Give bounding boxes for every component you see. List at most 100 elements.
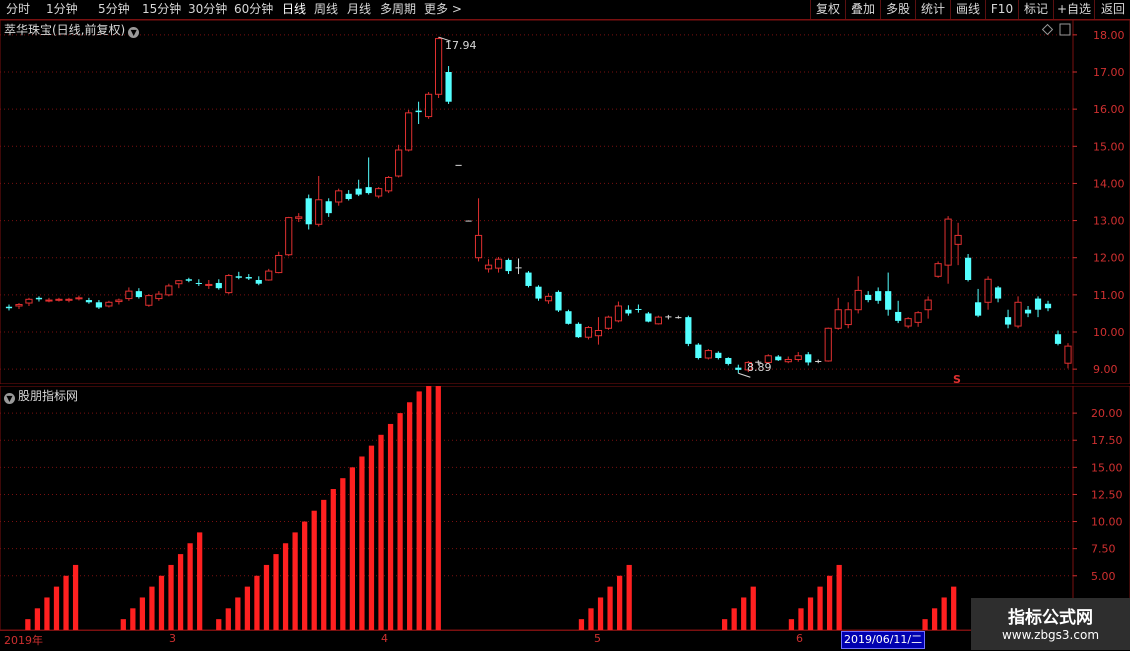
indicator-bar [407,402,413,630]
candle [125,287,133,301]
candle-body [295,216,303,219]
candle [784,356,792,364]
kline-chart[interactable]: 18.00 17.00 16.00 15.00 14.00 13.00 12.00 11.00… [0,20,1130,384]
candle [175,280,183,289]
candle [335,188,343,206]
period-tab-30min[interactable]: 30分钟 [188,0,227,19]
indicator-panel[interactable]: 20.00 17.50 15.00 12.50 10.00 7.50 5.00 ▼ 股朋指标网 [0,386,1130,630]
period-tab-fenshi[interactable]: 分时 [6,0,30,19]
candle [944,216,952,284]
indicator-bar [34,608,41,630]
draw-line-button[interactable]: 画线 [950,0,985,19]
indicator-bar [387,423,394,630]
candle-body [155,293,163,300]
candle [1064,343,1072,369]
multi-stock-button[interactable]: 多股 [880,0,915,19]
candle [255,276,262,286]
indicator-bar [225,608,231,630]
candle [1004,309,1012,329]
candle-body [565,311,572,324]
candle [815,359,822,364]
indicator-bar [149,586,155,630]
candle-body [335,190,343,203]
candle-body [135,291,142,298]
kline-panel[interactable]: 18.00 17.00 16.00 15.00 14.00 13.00 12.00 11.00… [0,20,1130,384]
period-tab-more[interactable]: 更多 > [424,0,462,19]
candle [215,279,222,290]
candle-body [255,280,262,284]
candle [474,198,483,262]
period-tab-monthly[interactable]: 月线 [347,0,371,19]
statistics-button[interactable]: 统计 [915,0,950,19]
candle-body [494,258,503,269]
candle-body [455,164,462,166]
price-tick-label: 16.00 [1093,103,1125,116]
diamond-icon[interactable] [1041,23,1054,36]
candle [865,291,872,303]
stock-title[interactable]: 萃华珠宝(日线,前复权) ▼ [4,21,140,38]
period-tab-1min[interactable]: 1分钟 [46,0,78,19]
chevron-down-icon[interactable]: ▼ [128,27,140,38]
candle-body [1004,317,1012,325]
period-tab-weekly[interactable]: 周线 [314,0,338,19]
indicator-title[interactable]: ▼ 股朋指标网 [4,387,78,404]
candle-body [685,317,692,344]
candle-body [405,112,413,151]
candle-body [285,217,293,256]
indicator-bar [788,619,795,630]
candle [15,303,23,309]
period-tab-5min[interactable]: 5分钟 [98,0,130,19]
date-axis: 2019年 3 4 5 6 2019/06/11/二 [0,630,1130,651]
candle-body [1014,301,1022,327]
candle-body [355,188,362,195]
candle [614,301,623,323]
mark-button[interactable]: 标记 [1018,0,1053,19]
candle [115,298,123,305]
indicator-chart[interactable]: 20.00 17.50 15.00 12.50 10.00 7.50 5.00 [0,386,1130,630]
add-watchlist-button[interactable]: +自选 [1053,0,1094,19]
indicator-bar [349,467,356,630]
period-tab-daily[interactable]: 日线 [282,0,306,19]
candle [95,300,103,309]
candle [265,268,273,281]
period-tab-15min[interactable]: 15分钟 [142,0,181,19]
candle [445,66,452,104]
candle-body [235,276,242,278]
candle [365,157,372,195]
candle-body [1054,334,1062,344]
period-tab-multi[interactable]: 多周期 [380,0,416,19]
candle [285,216,293,257]
candle [885,272,892,316]
stock-title-text: 萃华珠宝(日线,前复权) [4,23,126,37]
candle [725,357,732,366]
watermark-banner: 指标公式网 www.zbgs3.com [971,598,1130,650]
indicator-bar [750,586,756,630]
date-label-march: 3 [169,632,176,645]
panel-menu-icon[interactable] [1059,23,1071,36]
candle-body [994,287,1002,299]
indicator-bar [617,575,623,630]
candle [575,322,582,338]
overlay-button[interactable]: 叠加 [845,0,880,19]
chevron-down-icon[interactable]: ▼ [4,393,15,404]
indicator-tick-label: 12.50 [1091,488,1123,501]
f10-button[interactable]: F10 [985,0,1018,19]
candle [415,101,422,124]
indicator-bar [187,543,193,630]
candle-body [854,289,862,311]
high-price-label: 17.94 [445,39,477,52]
candle-body [875,291,882,301]
candle [55,297,63,302]
candle-body [145,295,153,306]
indicator-bar [44,597,50,630]
candle-body [65,298,73,301]
period-tab-60min[interactable]: 60分钟 [234,0,273,19]
candle-body [365,187,372,194]
candle [494,256,503,273]
back-button[interactable]: 返回 [1094,0,1130,19]
candle [375,187,383,199]
candle-body [1064,345,1072,364]
fuquan-button[interactable]: 复权 [810,0,845,19]
price-tick-label: 17.00 [1093,66,1125,79]
candle-body [205,283,213,286]
